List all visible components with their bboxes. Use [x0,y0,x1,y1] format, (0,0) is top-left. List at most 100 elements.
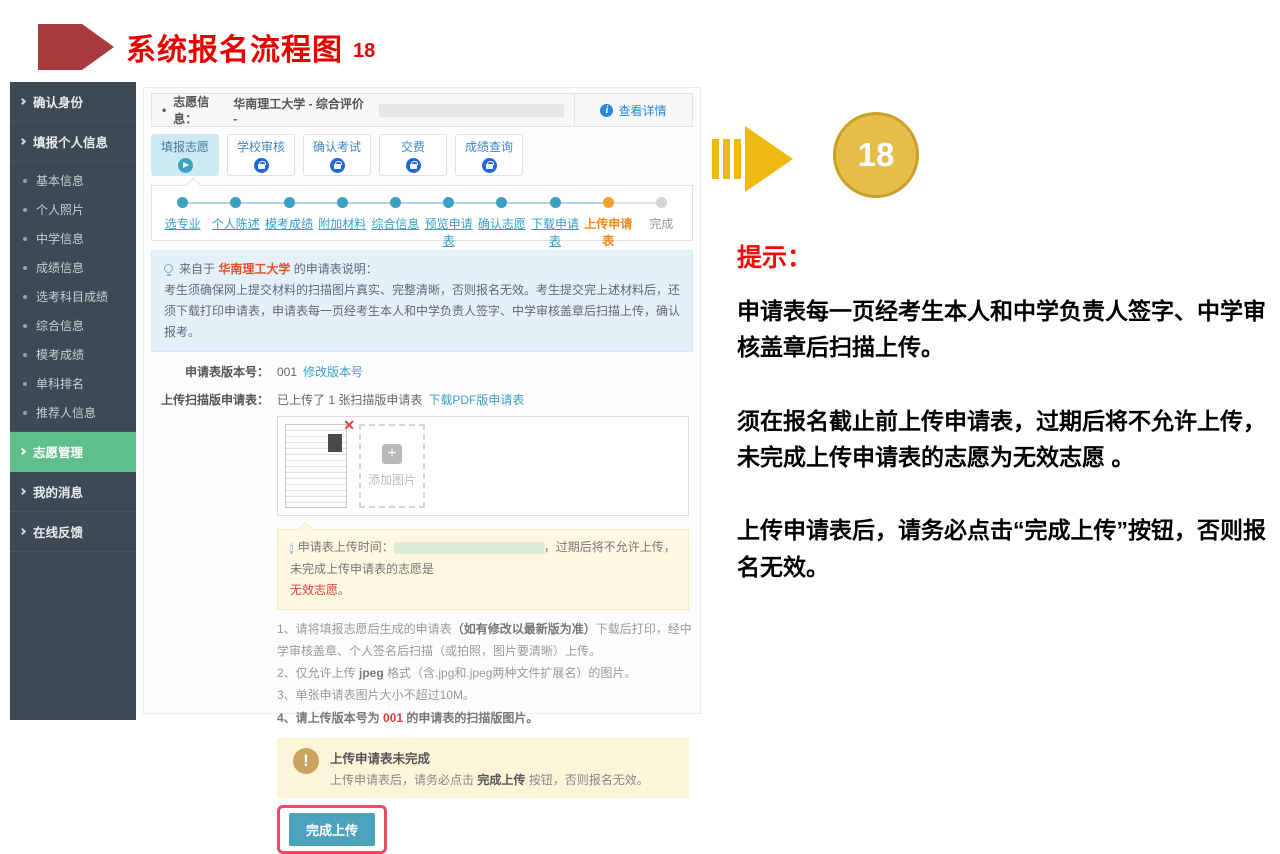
sidebar-item-label: 综合信息 [36,317,84,334]
university-notice-box: 来自于 华南理工大学 的申请表说明： 考生须确保网上提交材料的扫描图片真实、完整… [151,250,693,352]
sidebar-item-basic-info[interactable]: 基本信息 [10,166,136,195]
sidebar-item-my-messages[interactable]: 我的消息 [10,472,136,512]
edit-version-link[interactable]: 修改版本号 [303,363,363,380]
tab-fill-volunteer[interactable]: 填报志愿 [151,134,219,176]
finish-upload-button[interactable]: 完成上传 [289,813,375,846]
step-additional-materials[interactable]: 附加材料 [316,197,369,240]
rule-1: 1、请将填报志愿后生成的申请表（如有修改以最新版为准）下载后打印，经中学审核盖章… [277,618,693,662]
step-dot [337,197,348,208]
sidebar: 确认身份 填报个人信息 基本信息 个人照片 中学信息 成绩信息 选考科目成绩 综… [10,82,136,720]
sidebar-item-label: 成绩信息 [36,259,84,276]
rule-3: 3、单张申请表图片大小不超过10M。 [277,684,693,706]
step-dot [284,197,295,208]
step-comprehensive-info[interactable]: 综合信息 [369,197,422,240]
step-confirm-volunteer[interactable]: 确认志愿 [475,197,528,240]
sidebar-item-label: 填报个人信息 [33,132,108,151]
volunteer-info-value: 华南理工大学 - 综合评价 - [233,95,371,126]
deadline-prefix: 申请表上传时间： [298,540,394,554]
sidebar-item-subject-ranking[interactable]: 单科排名 [10,369,136,398]
step-choose-major[interactable]: 选专业 [156,197,209,240]
lightbulb-icon [164,264,173,273]
redacted-deadline-time [394,542,544,554]
stage-tabs: 填报志愿 学校审核 确认考试 交费 成绩查询 [151,134,693,176]
step-dot [496,197,507,208]
chevron-right-icon [19,138,26,145]
lock-icon [482,158,497,173]
redacted-volunteer-detail [379,104,564,117]
step-dot [550,197,561,208]
add-image-button[interactable]: + 添加图片 [359,424,425,508]
step-upload-form[interactable]: 上传申请表 [582,197,635,240]
version-label: 申请表版本号： [151,363,269,380]
tab-label: 学校审核 [237,138,285,155]
sidebar-item-mock-scores[interactable]: 模考成绩 [10,340,136,369]
rule-4: 4、请上传版本号为 001 的申请表的扫描版图片。 [277,707,693,729]
sidebar-item-confirm-identity[interactable]: 确认身份 [10,82,136,122]
step-download-form[interactable]: 下载申请表 [528,197,581,240]
add-image-label: 添加图片 [368,471,416,488]
tip-paragraph: 须在报名截止前上传申请表，过期后将不允许上传，未完成上传申请表的志愿为无效志愿 … [737,403,1275,476]
notice-university: 华南理工大学 [218,262,290,276]
sidebar-item-personal-photo[interactable]: 个人照片 [10,195,136,224]
bullet-icon: • [162,103,166,117]
chevron-right-icon [19,98,26,105]
sidebar-item-middle-school-info[interactable]: 中学信息 [10,224,136,253]
sidebar-item-label: 模考成绩 [36,346,84,363]
step-dot [390,197,401,208]
step-personal-statement[interactable]: 个人陈述 [209,197,262,240]
bullet-icon [23,295,27,299]
sidebar-item-score-info[interactable]: 成绩信息 [10,253,136,282]
progress-steps: 选专业 个人陈述 模考成绩 附加材料 综合信息 预览申请表 确认志愿 下载申请表… [151,185,693,241]
tab-school-review[interactable]: 学校审核 [227,134,295,176]
rule-2: 2、仅允许上传 jpeg 格式（含.jpg和.jpeg两种文件扩展名）的图片。 [277,662,693,684]
sidebar-item-online-feedback[interactable]: 在线反馈 [10,512,136,552]
chevron-right-icon [19,448,26,455]
sidebar-item-label: 中学信息 [36,230,84,247]
delete-image-icon[interactable]: ✕ [343,417,355,434]
view-detail-link[interactable]: i 查看详情 [574,94,692,126]
version-row: 申请表版本号： 001 修改版本号 [151,363,693,380]
tab-score-query[interactable]: 成绩查询 [455,134,523,176]
bullet-icon [23,266,27,270]
upload-rules: 1、请将填报志愿后生成的申请表（如有修改以最新版为准）下载后打印，经中学审核盖章… [277,618,693,729]
volunteer-info: • 志愿信息： 华南理工大学 - 综合评价 - [152,94,574,126]
bullet-icon [23,208,27,212]
main-panel: • 志愿信息： 华南理工大学 - 综合评价 - i 查看详情 填报志愿 学校审核… [143,87,701,714]
sidebar-item-comprehensive-info[interactable]: 综合信息 [10,311,136,340]
sidebar-item-elective-scores[interactable]: 选考科目成绩 [10,282,136,311]
step-dot [177,197,188,208]
step-finish: 完成 [635,197,688,240]
volunteer-info-bar: • 志愿信息： 华南理工大学 - 综合评价 - i 查看详情 [151,93,693,127]
download-pdf-link[interactable]: 下载PDF版申请表 [428,391,524,408]
chevron-right-icon [19,528,26,535]
tab-label: 成绩查询 [465,138,513,155]
play-icon [178,158,193,173]
upload-status: 已上传了 1 张扫描版申请表 [277,391,422,408]
bullet-icon [23,237,27,241]
step-dot [443,197,454,208]
tab-payment[interactable]: 交费 [379,134,447,176]
invalid-volunteer-text: 无效志愿 [290,583,338,597]
step-dot [603,197,614,208]
bullet-icon [23,411,27,415]
sidebar-item-label: 单科排名 [36,375,84,392]
sidebar-item-fill-personal-info[interactable]: 填报个人信息 [10,122,136,162]
uploaded-form-thumbnail[interactable]: ✕ [285,424,347,508]
arrow-bar [734,139,741,179]
sidebar-item-recommender-info[interactable]: 推荐人信息 [10,398,136,427]
version-value: 001 [277,365,297,379]
warning-content: 上传申请表未完成 上传申请表后，请务必点击 完成上传 按钮，否则报名无效。 [330,748,649,788]
volunteer-info-label: 志愿信息： [173,93,233,127]
tab-label: 交费 [401,138,425,155]
page-title: 系统报名流程图 [126,25,343,69]
incomplete-warning-box: ! 上传申请表未完成 上传申请表后，请务必点击 完成上传 按钮，否则报名无效。 [277,738,689,798]
sidebar-item-volunteer-management[interactable]: 志愿管理 [10,432,136,472]
step-mock-scores[interactable]: 模考成绩 [262,197,315,240]
bullet-icon [23,382,27,386]
upload-row: 上传扫描版申请表： 已上传了 1 张扫描版申请表 下载PDF版申请表 [151,391,693,408]
step-preview-form[interactable]: 预览申请表 [422,197,475,240]
tab-confirm-exam[interactable]: 确认考试 [303,134,371,176]
page-title-row: 系统报名流程图 18 [38,24,375,70]
chevron-right-icon [19,488,26,495]
sidebar-item-label: 基本信息 [36,172,84,189]
